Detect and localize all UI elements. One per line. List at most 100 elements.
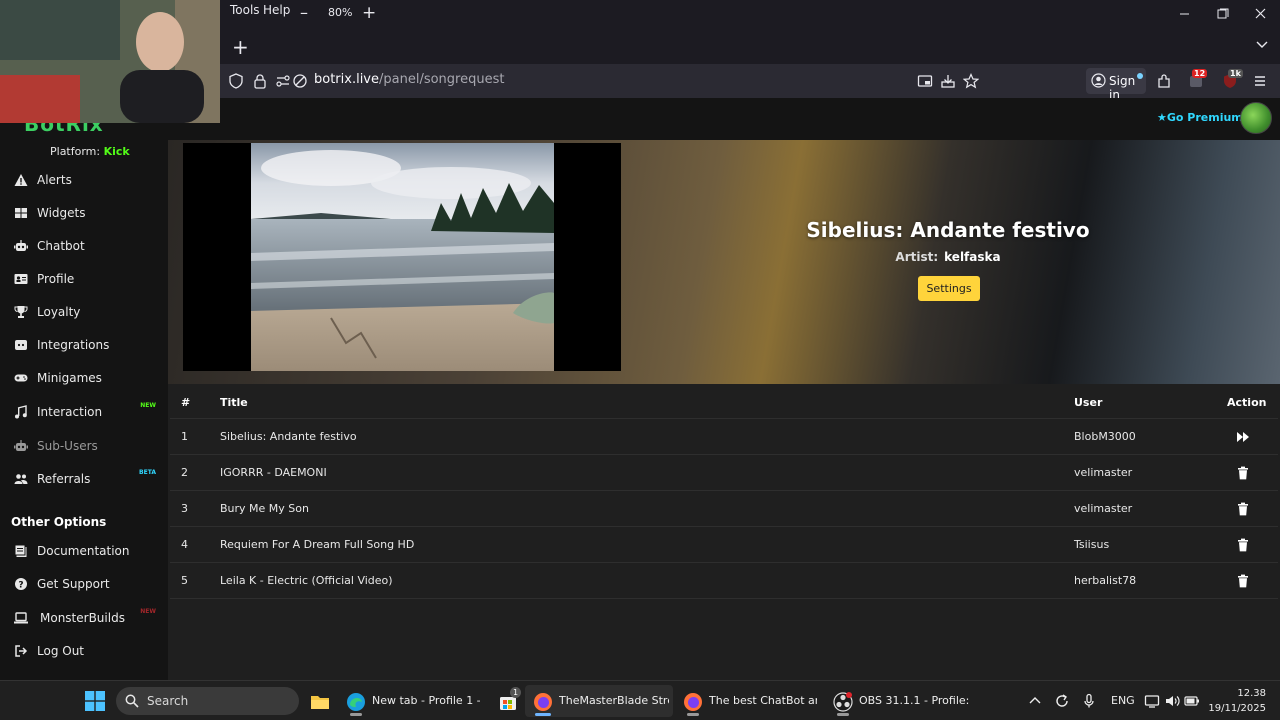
minimize-icon[interactable] xyxy=(1173,5,1195,23)
now-playing-title: Sibelius: Andante festivo xyxy=(806,218,1090,242)
taskbar-app-edge[interactable]: New tab - Profile 1 - Mic xyxy=(338,685,486,717)
picture-in-picture-icon[interactable] xyxy=(917,73,933,89)
taskbar-app-firefox-stream[interactable]: TheMasterBlade Stream xyxy=(525,685,673,717)
song-title: IGORRR - DAEMONI xyxy=(220,466,327,479)
running-indicator xyxy=(535,713,551,716)
permissions-icon[interactable] xyxy=(275,73,291,89)
running-indicator xyxy=(687,713,699,716)
chevron-up-icon[interactable] xyxy=(1027,693,1043,709)
ublock-icon[interactable]: 1k xyxy=(1222,69,1243,89)
lock-icon[interactable] xyxy=(252,73,268,89)
sidebar-item-log-out[interactable]: Log Out xyxy=(0,637,168,667)
grid-icon xyxy=(15,208,27,218)
svg-text:?: ? xyxy=(18,580,23,590)
taskbar-app-label: TheMasterBlade Stream xyxy=(559,694,669,707)
sidebar-item-label: Referrals xyxy=(37,472,91,486)
store-app[interactable]: 1 xyxy=(490,685,524,717)
song-user: velimaster xyxy=(1074,502,1133,515)
sidebar-item-chatbot[interactable]: Chatbot xyxy=(0,232,168,262)
go-premium-link[interactable]: ★Go Premium xyxy=(1157,111,1243,124)
extensions-icon[interactable] xyxy=(1156,73,1172,89)
sidebar-item-label: Documentation xyxy=(37,544,130,558)
song-title: Sibelius: Andante festivo xyxy=(220,430,357,443)
video-player[interactable] xyxy=(183,143,621,371)
row-number: 4 xyxy=(181,538,188,551)
sidebar-item-sub-users[interactable]: Sub-Users xyxy=(0,432,168,462)
trash-icon[interactable] xyxy=(1236,502,1250,516)
song-user: BlobM3000 xyxy=(1074,430,1136,443)
menu-tools[interactable]: Tools xyxy=(230,3,260,17)
sign-in-button[interactable]: Sign in xyxy=(1086,68,1146,102)
beta-badge: BETA xyxy=(139,469,156,476)
sidebar-item-profile[interactable]: Profile xyxy=(0,265,168,295)
sidebar-item-alerts[interactable]: Alerts xyxy=(0,166,168,196)
column-header-title: Title xyxy=(220,396,248,409)
users-icon xyxy=(14,474,28,484)
avatar[interactable] xyxy=(1240,102,1272,134)
skip-icon[interactable] xyxy=(1236,430,1250,444)
edge-icon xyxy=(347,693,365,711)
settings-button[interactable]: Settings xyxy=(918,276,980,301)
microphone-icon[interactable] xyxy=(1081,693,1097,709)
windows-start-icon[interactable] xyxy=(85,691,105,711)
sidebar-item-integrations[interactable]: Integrations xyxy=(0,331,168,361)
zoom-in-button[interactable]: + xyxy=(362,3,376,23)
trash-icon[interactable] xyxy=(1236,466,1250,480)
row-number: 5 xyxy=(181,574,188,587)
sidebar-item-get-support[interactable]: ? Get Support xyxy=(0,570,168,600)
taskbar-app-firefox-chatbot[interactable]: The best ChatBot and W xyxy=(675,685,823,717)
url-field[interactable]: botrix.live/panel/songrequest xyxy=(314,72,504,87)
close-icon[interactable] xyxy=(1250,5,1272,23)
extension-badge-icon[interactable]: 12 xyxy=(1188,69,1208,89)
volume-icon[interactable] xyxy=(1164,693,1180,709)
sidebar-item-widgets[interactable]: Widgets xyxy=(0,199,168,229)
sidebar-item-label: Loyalty xyxy=(37,305,81,319)
tracking-blocked-icon[interactable] xyxy=(292,73,308,89)
other-options-heading: Other Options xyxy=(11,515,107,529)
discord-icon xyxy=(15,340,27,350)
row-number: 2 xyxy=(181,466,188,479)
table-row: 1 Sibelius: Andante festivo BlobM3000 xyxy=(170,419,1278,455)
search-label: Search xyxy=(147,694,189,708)
hamburger-menu-icon[interactable] xyxy=(1252,73,1268,89)
now-playing-artist: Artist: kelfaska xyxy=(768,250,1128,264)
zoom-out-button[interactable]: – xyxy=(296,4,312,22)
sync-icon[interactable] xyxy=(1054,693,1070,709)
language-indicator[interactable]: ENG xyxy=(1111,694,1135,707)
row-number: 3 xyxy=(181,502,188,515)
row-number: 1 xyxy=(181,430,188,443)
sidebar-item-label: Log Out xyxy=(37,644,85,658)
shield-icon[interactable] xyxy=(228,73,244,89)
sidebar-item-loyalty[interactable]: Loyalty xyxy=(0,298,168,328)
taskbar-search[interactable]: Search xyxy=(116,687,299,715)
table-row: 5 Leila K - Electric (Official Video) he… xyxy=(170,563,1278,599)
battery-icon[interactable] xyxy=(1184,693,1200,709)
sidebar-item-label: Chatbot xyxy=(37,239,85,253)
sidebar-item-referrals[interactable]: Referrals BETA xyxy=(0,465,168,495)
system-clock[interactable]: 12.38 19/11/2025 xyxy=(1208,686,1266,716)
sidebar-item-minigames[interactable]: Minigames xyxy=(0,364,168,394)
robot-icon xyxy=(14,440,28,451)
trash-icon[interactable] xyxy=(1236,538,1250,552)
download-icon[interactable] xyxy=(940,73,956,89)
sidebar-item-label: Profile xyxy=(37,272,75,286)
sidebar-item-monsterbuilds[interactable]: MonsterBuilds NEW xyxy=(0,604,168,634)
network-icon[interactable] xyxy=(1144,693,1160,709)
restore-icon[interactable] xyxy=(1211,5,1233,23)
chevron-down-icon[interactable] xyxy=(1255,38,1269,52)
menu-help[interactable]: Help xyxy=(263,3,290,17)
zoom-level[interactable]: 80% xyxy=(328,6,352,19)
sidebar-item-interaction[interactable]: Interaction NEW xyxy=(0,398,168,428)
file-explorer-app[interactable] xyxy=(302,685,336,717)
trash-icon[interactable] xyxy=(1236,574,1250,588)
song-title: Requiem For A Dream Full Song HD xyxy=(220,538,415,551)
sidebar-item-label: Get Support xyxy=(37,577,110,591)
bookmark-star-icon[interactable] xyxy=(963,73,979,89)
new-tab-button[interactable]: + xyxy=(232,35,250,59)
taskbar-app-label: New tab - Profile 1 - Mic xyxy=(372,694,480,707)
firefox-icon xyxy=(534,693,552,711)
sidebar-item-documentation[interactable]: Documentation xyxy=(0,537,168,567)
folder-icon xyxy=(311,696,329,709)
taskbar-app-obs[interactable]: OBS 31.1.1 - Profile: Unti xyxy=(825,685,975,717)
column-header-action: Action xyxy=(1227,396,1267,409)
